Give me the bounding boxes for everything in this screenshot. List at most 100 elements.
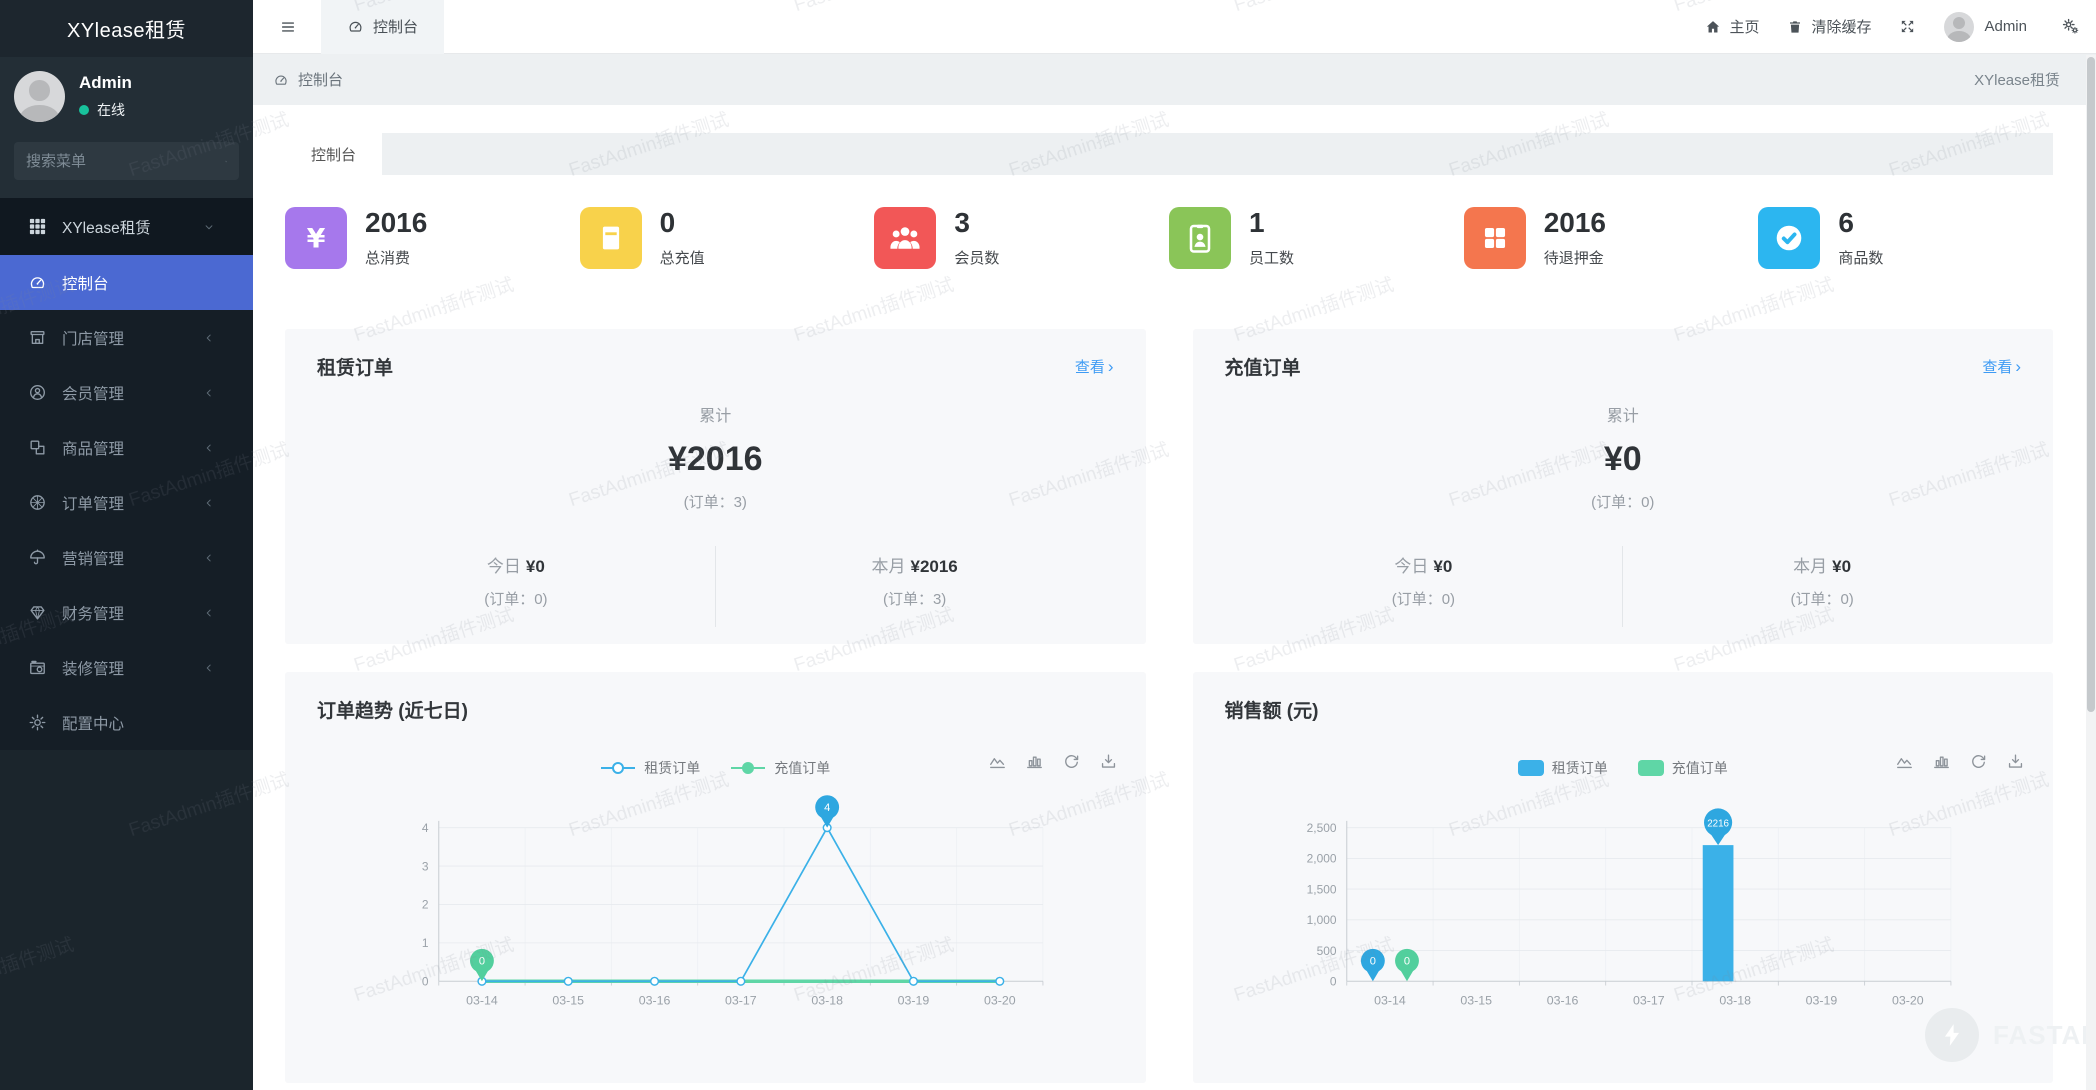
sidebar-item[interactable]: 配置中心 <box>0 695 253 750</box>
user-name: Admin <box>79 73 132 92</box>
menu-search-box <box>14 142 239 180</box>
recharge-icon <box>579 207 642 269</box>
refresh-icon[interactable] <box>1969 752 1988 771</box>
svg-text:0: 0 <box>1329 975 1336 989</box>
legend-item[interactable]: 租赁订单 <box>600 758 700 778</box>
svg-text:03-17: 03-17 <box>1633 993 1665 1007</box>
topbar-user-name: Admin <box>1984 18 2027 35</box>
download-icon[interactable] <box>1099 752 1118 771</box>
goods-check-icon <box>1758 207 1821 269</box>
staff-icon <box>1169 207 1232 269</box>
legend-line-marker <box>731 762 766 774</box>
svg-text:03-16: 03-16 <box>639 993 671 1007</box>
sidebar-item[interactable]: 营销管理 <box>0 530 253 585</box>
order-trend-panel: 订单趋势 (近七日) 租赁订单 充值订单 0 1 2 3 4 03-14 03-15 03-16… <box>285 672 1146 1083</box>
svg-text:03-14: 03-14 <box>1374 993 1406 1007</box>
sidebar-item-label: 装修管理 <box>62 660 125 678</box>
menu-search-input[interactable] <box>26 152 225 170</box>
clear-cache-link[interactable]: 清除缓存 <box>1787 16 1871 37</box>
hamburger-menu-icon[interactable] <box>277 19 299 35</box>
today-label: 今日 <box>486 557 521 576</box>
stat-card: ¥2016 总消费 <box>285 207 580 269</box>
stat-value: 6 <box>1838 206 1854 238</box>
chevron-left-icon <box>202 661 216 675</box>
decoration-icon <box>28 658 47 677</box>
line-chart-toggle-icon[interactable] <box>988 752 1007 771</box>
sidebar-item-label: XYlease租赁 <box>62 219 151 237</box>
sidebar-item[interactable]: 门店管理 <box>0 310 253 365</box>
svg-text:03-15: 03-15 <box>1460 993 1492 1007</box>
settings-gears-icon[interactable] <box>2061 17 2080 36</box>
svg-text:2: 2 <box>422 898 429 912</box>
bar-chart-toggle-icon[interactable] <box>1025 752 1044 771</box>
bar-chart-toggle-icon[interactable] <box>1932 752 1951 771</box>
yen-icon: ¥ <box>285 207 347 269</box>
search-icon[interactable] <box>225 153 227 170</box>
svg-text:¥: ¥ <box>307 223 326 254</box>
chevron-left-icon <box>202 606 216 620</box>
chevron-right-icon: › <box>2015 357 2021 376</box>
goods-icon <box>28 438 47 457</box>
order-icon <box>28 493 47 512</box>
stat-card: 1 员工数 <box>1169 207 1464 269</box>
sidebar-item-label: 门店管理 <box>62 330 125 348</box>
dashboard-icon <box>28 273 47 292</box>
home-link[interactable]: 主页 <box>1705 16 1759 37</box>
sidebar-item[interactable]: 订单管理 <box>0 475 253 530</box>
legend-item[interactable]: 租赁订单 <box>1517 758 1608 778</box>
stat-value: 1 <box>1249 206 1265 238</box>
sidebar-item[interactable]: 会员管理 <box>0 365 253 420</box>
legend-swatch <box>1517 760 1544 776</box>
chevron-right-icon: › <box>1107 357 1114 376</box>
topbar-user-menu[interactable]: Admin <box>1944 11 2027 42</box>
view-recharge-orders-link[interactable]: 查看 › <box>1982 356 2021 377</box>
sidebar-item[interactable]: 财务管理 <box>0 585 253 640</box>
tab-dashboard[interactable]: 控制台 <box>285 133 383 175</box>
sidebar-item[interactable]: XYlease租赁 <box>0 198 253 255</box>
svg-text:2,000: 2,000 <box>1306 852 1336 866</box>
recharge-orders-panel: 充值订单 查看 › 累计 ¥0 (订单：0) 今日 ¥0 (订单：0) 本月 ¥0 (… <box>1192 329 2053 644</box>
chart-toolbox <box>1895 752 2025 771</box>
download-icon[interactable] <box>2006 752 2025 771</box>
legend-item[interactable]: 充值订单 <box>1637 758 1728 778</box>
legend-label: 充值订单 <box>1671 760 1728 776</box>
sidebar-item-label: 会员管理 <box>62 385 125 403</box>
cumulative-orders: (订单：3) <box>683 494 747 511</box>
user-avatar[interactable] <box>14 71 65 122</box>
cumulative-label: 累计 <box>1606 408 1639 425</box>
today-amount: ¥0 <box>1433 557 1453 576</box>
month-label: 本月 <box>871 557 906 576</box>
sidebar-item[interactable]: 控制台 <box>0 255 253 310</box>
breadcrumb-app-name: XYlease租赁 <box>1974 72 2060 89</box>
breadcrumb-current: 控制台 <box>298 72 344 89</box>
topbar-tab-label: 控制台 <box>373 19 419 36</box>
scrollbar-thumb[interactable] <box>2087 57 2095 712</box>
home-label: 主页 <box>1729 19 1760 36</box>
tab-strip: 控制台 <box>285 133 2053 175</box>
view-rental-orders-link[interactable]: 查看 › <box>1075 356 1114 377</box>
svg-text:0: 0 <box>1369 956 1375 968</box>
svg-text:03-20: 03-20 <box>984 993 1016 1007</box>
sidebar-item[interactable]: 商品管理 <box>0 420 253 475</box>
scrollbar[interactable] <box>2086 55 2096 1090</box>
svg-text:3: 3 <box>422 859 429 873</box>
stat-card: 2016 待退押金 <box>1463 207 1759 269</box>
svg-text:03-16: 03-16 <box>1546 993 1578 1007</box>
sidebar-item-label: 财务管理 <box>62 605 125 623</box>
finance-icon <box>28 603 47 622</box>
legend-item[interactable]: 充值订单 <box>730 758 830 778</box>
line-chart-toggle-icon[interactable] <box>1895 752 1914 771</box>
deposit-icon <box>1463 207 1526 269</box>
chart-title: 销售额 (元) <box>1224 701 1319 722</box>
svg-text:2216: 2216 <box>1707 818 1729 829</box>
panel-title: 租赁订单 <box>317 358 394 379</box>
topbar-tab-dashboard[interactable]: 控制台 <box>321 0 445 54</box>
sidebar-item[interactable]: 装修管理 <box>0 640 253 695</box>
chart-toolbox <box>988 752 1118 771</box>
svg-text:2,500: 2,500 <box>1306 821 1336 835</box>
refresh-icon[interactable] <box>1062 752 1081 771</box>
breadcrumb[interactable]: 控制台 <box>273 69 343 90</box>
grid-icon <box>28 217 47 236</box>
svg-text:03-18: 03-18 <box>811 993 843 1007</box>
fullscreen-icon[interactable] <box>1899 18 1916 35</box>
